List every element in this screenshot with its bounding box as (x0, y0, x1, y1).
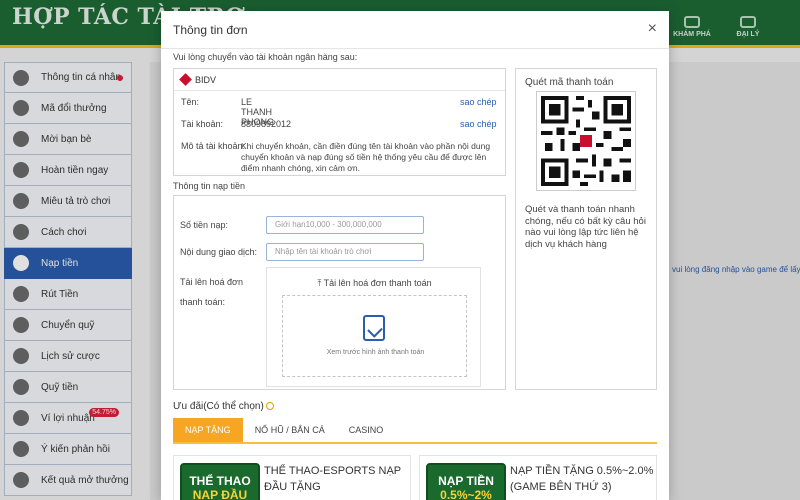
qr-title: Quét mã thanh toán (525, 77, 614, 88)
account-name-label: Tên: (181, 97, 200, 107)
transfer-instruction: Vui lòng chuyển vào tài khoản ngân hàng … (173, 52, 358, 62)
promo-image-line2: 0.5%~2% (440, 488, 492, 500)
qr-panel: Quét mã thanh toán Quét và thanh toán nh… (515, 68, 657, 390)
modal-title: Thông tin đơn (173, 23, 248, 37)
promo-image: NẠP TIỀN 0.5%~2% (426, 463, 506, 500)
account-name-row: Tên: LE THANH PHONG (181, 97, 274, 127)
tab-casino[interactable]: CASINO (337, 418, 396, 442)
promo-title: THỂ THAO-ESPORTS NẠP ĐẦU TẶNG (264, 465, 401, 493)
promo-image: THỂ THAO NẠP ĐẦU (180, 463, 260, 500)
close-icon[interactable]: × (648, 20, 657, 38)
promo-image-line1: THỂ THAO (189, 474, 251, 488)
bank-details: BIDV Tên: LE THANH PHONG sao chép Tài kh… (173, 68, 506, 176)
copy-account-button[interactable]: sao chép (460, 119, 497, 129)
amount-label: Số tiền nạp: (180, 220, 229, 230)
divider (161, 48, 669, 49)
deposit-form: Số tiền nạp: Giới hạn10,000 - 300,000,00… (173, 195, 506, 390)
content-input[interactable]: Nhập tên tài khoản trò chơi (266, 243, 424, 261)
bank-header: BIDV (174, 69, 505, 91)
upload-button-label: Tải lên hoá đơn thanh toán (323, 278, 432, 288)
bidv-logo-icon (179, 73, 192, 86)
image-preview-dropzone[interactable]: Xem trước hình ảnh thanh toán (282, 295, 467, 377)
copy-name-button[interactable]: sao chép (460, 97, 497, 107)
account-number-row: Tài khoản: 8809892012 (181, 119, 291, 129)
amount-input[interactable]: Giới hạn10,000 - 300,000,000 (266, 216, 424, 234)
promo-card[interactable]: THỂ THAO NẠP ĐẦU THỂ THAO-ESPORTS NẠP ĐẦ… (173, 455, 411, 500)
qr-description: Quét và thanh toán nhanh chóng, nếu có b… (525, 204, 646, 250)
tab-slots-fishing[interactable]: NỔ HŨ / BẮN CÁ (243, 418, 337, 442)
content-label: Nội dung giao dịch: (180, 247, 258, 257)
upload-receipt-button[interactable]: ⤒ Tải lên hoá đơn thanh toán (267, 278, 482, 289)
deposit-section-label: Thông tin nạp tiền (173, 181, 246, 191)
bank-name: BIDV (195, 74, 217, 85)
promo-title: NẠP TIỀN TẶNG 0.5%~2.0% (GAME BÊN THỨ 3) (510, 465, 654, 493)
promo-label-text: Ưu đãi(Có thể chọn) (173, 401, 264, 412)
upload-label: Tải lên hoá đơn thanh toán: (180, 277, 243, 307)
account-desc-label: Mô tả tài khoản: (181, 141, 246, 151)
order-info-modal: Thông tin đơn × Vui lòng chuyển vào tài … (161, 11, 669, 500)
info-icon[interactable] (265, 402, 274, 411)
promo-card[interactable]: NẠP TIỀN 0.5%~2% NẠP TIỀN TẶNG 0.5%~2.0%… (419, 455, 657, 500)
preview-label: Xem trước hình ảnh thanh toán (326, 349, 425, 356)
tab-deposit-bonus[interactable]: NẠP TẶNG (173, 418, 243, 442)
qr-code-icon (536, 91, 636, 191)
account-number-value: 8809892012 (241, 119, 292, 129)
image-upload-icon (363, 315, 385, 341)
account-desc-value: Khi chuyển khoản, cần điền đúng tên tài … (241, 141, 491, 173)
promo-tabs: NẠP TẶNG NỔ HŨ / BẮN CÁ CASINO (173, 418, 657, 444)
upload-panel: ⤒ Tải lên hoá đơn thanh toán Xem trước h… (266, 267, 481, 387)
promo-image-line1: NẠP TIỀN (438, 474, 494, 488)
account-number-label: Tài khoản: (181, 119, 224, 129)
promo-image-line2: NẠP ĐẦU (192, 488, 248, 500)
promo-label: Ưu đãi(Có thể chọn) (173, 401, 274, 412)
